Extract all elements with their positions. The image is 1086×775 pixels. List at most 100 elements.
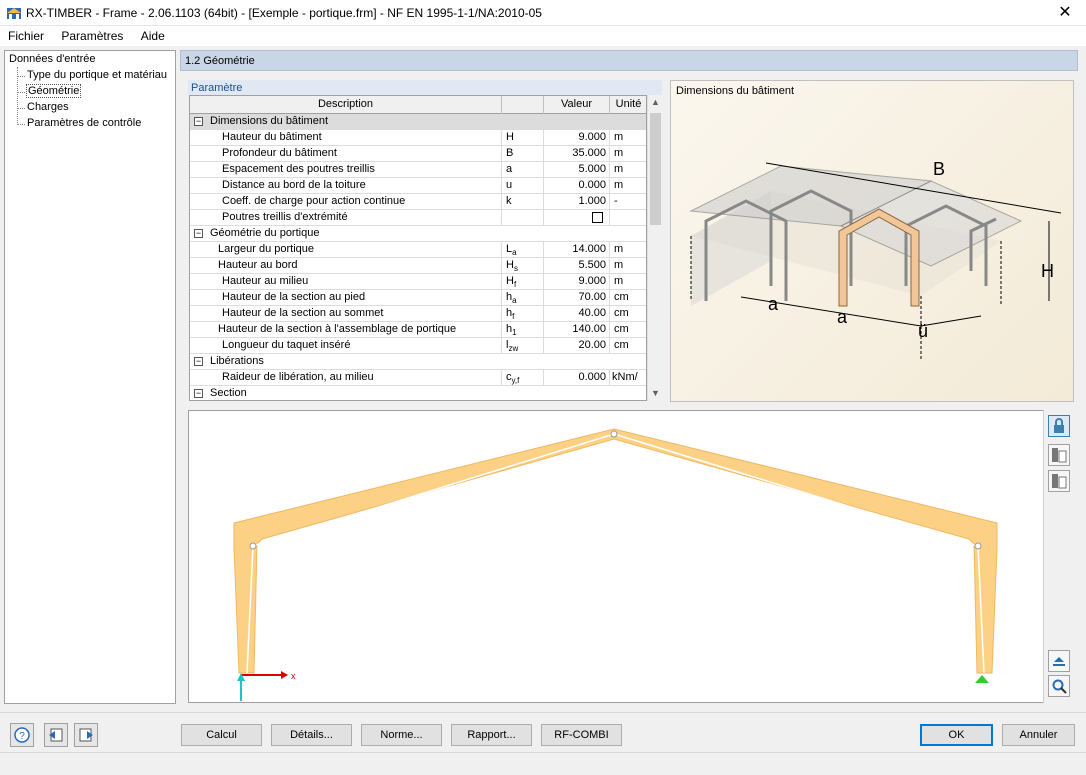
group-row[interactable]: − Géométrie du portique (190, 226, 646, 242)
row-symbol: B (502, 146, 544, 162)
menu-fichier[interactable]: Fichier (8, 26, 44, 43)
cancel-button[interactable]: Annuler (1002, 724, 1075, 746)
row-value[interactable]: 9.000 (544, 130, 610, 146)
ok-button[interactable]: OK (920, 724, 993, 746)
calcul-button[interactable]: Calcul (181, 724, 262, 746)
row-unit: m (614, 131, 624, 143)
export-icon[interactable] (1048, 444, 1070, 466)
table-row[interactable]: Hauteur au milieu Hf 9.000 m (190, 274, 646, 290)
prev-icon[interactable] (44, 723, 68, 747)
table-row[interactable]: Largeur du portique La 14.000 m (190, 242, 646, 258)
table-row[interactable]: Poutres treillis d'extrémité (190, 210, 646, 226)
symbol-sub: a (512, 248, 517, 258)
group-row[interactable]: − Libérations (190, 354, 646, 370)
symbol-main: u (506, 179, 513, 191)
collapse-icon[interactable]: − (194, 229, 203, 238)
help-glyph: ? (19, 731, 25, 742)
row-value[interactable]: 140.00 (544, 322, 610, 338)
tree-connector (17, 92, 25, 93)
dim-a2-label: a (837, 307, 848, 327)
table-row[interactable]: Longueur du taquet inséré lzw 20.00 cm (190, 338, 646, 354)
tree-item-geometrie[interactable]: Géométrie (26, 84, 82, 98)
symbol-main: B (506, 147, 514, 159)
symbol-sub: s (513, 264, 518, 274)
symbol-sub: 1 (512, 328, 517, 338)
axis-x-label: x (291, 671, 296, 681)
menu-parametres[interactable]: Paramètres (61, 26, 123, 43)
symbol-sub: y,f (511, 376, 520, 386)
row-value[interactable]: 14.000 (544, 242, 610, 258)
col-symbol[interactable] (502, 96, 544, 114)
row-value[interactable]: 0.000 (544, 178, 610, 194)
help-icon[interactable]: ? (10, 723, 34, 747)
row-description: Poutres treillis d'extrémité (190, 210, 502, 226)
row-value[interactable]: 1.000 (544, 194, 610, 210)
lock-icon[interactable] (1048, 415, 1070, 437)
dim-u-label: ü (918, 321, 928, 341)
row-symbol: ha (502, 290, 544, 306)
row-description: Hauteur de la section au sommet (190, 306, 502, 322)
row-symbol: Hs (502, 258, 544, 274)
tree-item-charges[interactable]: Charges (27, 101, 69, 113)
table-row[interactable]: Raideur de libération, au milieu cy,f 0.… (190, 370, 646, 386)
end-trusses-checkbox[interactable] (592, 212, 603, 223)
row-unit: m (614, 163, 624, 175)
next-icon[interactable] (74, 723, 98, 747)
symbol-main: k (506, 195, 512, 207)
collapse-icon[interactable]: − (194, 117, 203, 126)
symbol-sub: f (512, 312, 515, 322)
table-row[interactable]: Hauteur de la section au sommet hf 40.00… (190, 306, 646, 322)
details-button[interactable]: Détails... (271, 724, 352, 746)
tree-root[interactable]: Données d'entrée (9, 53, 96, 65)
row-value[interactable]: 40.00 (544, 306, 610, 322)
collapse-icon[interactable]: − (194, 357, 203, 366)
row-value[interactable]: 20.00 (544, 338, 610, 354)
row-value[interactable]: 9.000 (544, 274, 610, 290)
row-symbol: lzw (502, 338, 544, 354)
row-symbol (502, 210, 544, 226)
table-row[interactable]: Espacement des poutres treillis a 5.000 … (190, 162, 646, 178)
table-row[interactable]: Hauteur de la section au pied ha 70.00 c… (190, 290, 646, 306)
frame-drawing: x (233, 428, 998, 701)
col-description[interactable]: Description (190, 96, 502, 114)
group-row[interactable]: − Section (190, 386, 646, 400)
building-image-panel: Dimensions du bâtiment B H a a ü (670, 80, 1074, 402)
tree-item-type[interactable]: Type du portique et matériau (27, 69, 167, 81)
scroll-thumb[interactable] (650, 113, 661, 225)
dimension-icon[interactable] (1048, 650, 1070, 672)
parameter-tab-label: Paramètre (191, 82, 243, 94)
row-unit: kNm/ (612, 371, 638, 383)
row-description: Hauteur de la section au pied (190, 290, 502, 306)
close-icon[interactable]: ✕ (1044, 0, 1086, 26)
frame-graphic-view[interactable]: x (188, 410, 1074, 703)
col-value[interactable]: Valeur (544, 96, 610, 114)
row-value[interactable]: 5.000 (544, 162, 610, 178)
table-row[interactable]: Coeff. de charge pour action continue k … (190, 194, 646, 210)
row-value[interactable]: 35.000 (544, 146, 610, 162)
table-row[interactable]: Hauteur du bâtiment H 9.000 m (190, 130, 646, 146)
menu-aide[interactable]: Aide (141, 26, 165, 43)
table-row[interactable]: Hauteur au bord Hs 5.500 m (190, 258, 646, 274)
zoom-tool-icon[interactable] (1048, 675, 1070, 697)
row-value[interactable]: 70.00 (544, 290, 610, 306)
norme-button[interactable]: Norme... (361, 724, 442, 746)
table-row[interactable]: Profondeur du bâtiment B 35.000 m (190, 146, 646, 162)
col-unit[interactable]: Unité (610, 96, 646, 114)
group-row[interactable]: − Dimensions du bâtiment (190, 114, 646, 130)
row-symbol: h1 (502, 322, 544, 338)
import-icon[interactable] (1048, 470, 1070, 492)
scroll-up-icon[interactable]: ▲ (648, 95, 663, 110)
parameter-tab: Paramètre (188, 80, 662, 95)
app-icon (7, 8, 21, 19)
collapse-icon[interactable]: − (194, 389, 203, 398)
table-row[interactable]: Distance au bord de la toiture u 0.000 m (190, 178, 646, 194)
rapport-button[interactable]: Rapport... (451, 724, 532, 746)
row-value[interactable]: 0.000 (544, 370, 610, 386)
status-bar (0, 752, 1086, 775)
scroll-down-icon[interactable]: ▼ (648, 386, 663, 401)
grid-scrollbar[interactable]: ▲ ▼ (647, 95, 662, 401)
rf-combi-button[interactable]: RF-COMBI (541, 724, 622, 746)
tree-item-controle[interactable]: Paramètres de contrôle (27, 117, 141, 129)
table-row[interactable]: Hauteur de la section à l'assemblage de … (190, 322, 646, 338)
row-value[interactable]: 5.500 (544, 258, 610, 274)
